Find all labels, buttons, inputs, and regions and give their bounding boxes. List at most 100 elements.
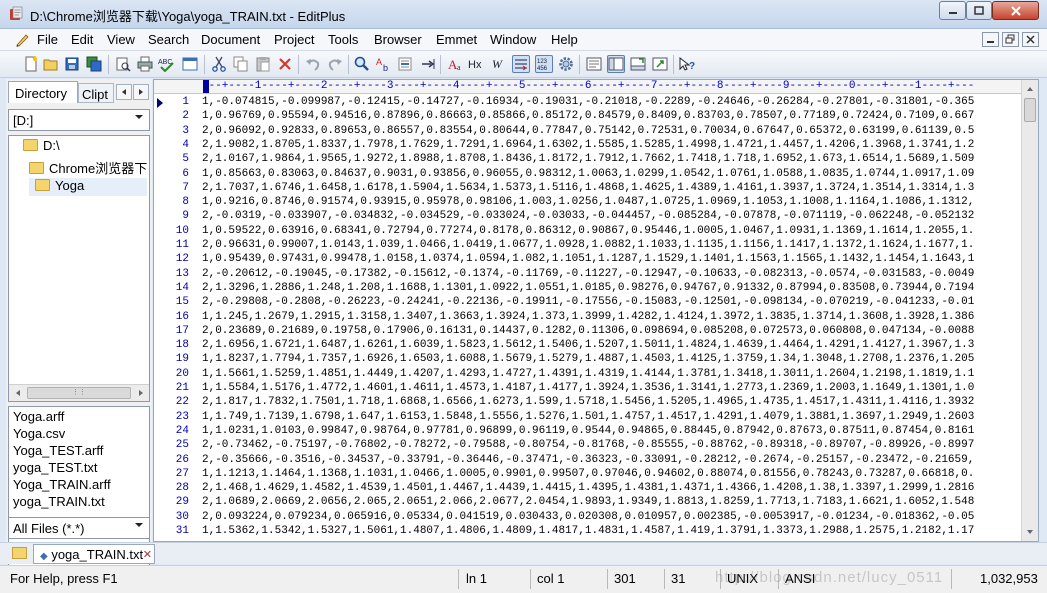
paste-button[interactable] xyxy=(254,55,272,73)
redo-button[interactable] xyxy=(326,55,344,73)
code-line[interactable]: 1,0.95439,0.97431,0.99478,1.0158,1.0374,… xyxy=(202,253,974,265)
code-line[interactable]: 1,0.85663,0.83063,0.84637,0.9031,0.93856… xyxy=(202,168,974,180)
code-line[interactable]: 1,0.59522,0.63916,0.68341,0.72794,0.7727… xyxy=(202,225,974,237)
code-area[interactable]: 1,-0.074815,-0.099987,-0.12415,-0.14727,… xyxy=(202,95,1022,541)
code-line[interactable]: 2,0.96092,0.92833,0.89653,0.86557,0.8355… xyxy=(202,125,974,137)
file-item[interactable]: Yoga_TRAIN.arff xyxy=(13,477,111,492)
browser-preview-button[interactable] xyxy=(181,55,199,73)
code-line[interactable]: 2,1.6956,1.6721,1.6487,1.6261,1.6039,1.5… xyxy=(202,339,974,351)
tree-horizontal-scrollbar[interactable]: ⋮⋮ xyxy=(9,384,149,401)
hex-view-button[interactable]: Hx xyxy=(468,55,486,73)
tab-scroll-left-button[interactable] xyxy=(116,84,132,100)
tree-node-yoga[interactable]: Yoga xyxy=(29,178,147,196)
code-line[interactable]: 2,-0.73462,-0.75197,-0.76802,-0.78272,-0… xyxy=(202,439,974,451)
cliptext-window-button[interactable] xyxy=(585,55,603,73)
settings-button[interactable] xyxy=(557,55,575,73)
menu-emmet[interactable]: Emmet xyxy=(436,32,477,47)
scrollbar-thumb[interactable]: ⋮⋮ xyxy=(27,387,131,399)
code-line[interactable]: 1,0.9216,0.8746,0.91574,0.93915,0.95978,… xyxy=(202,196,974,208)
cut-button[interactable] xyxy=(210,55,228,73)
close-tab-icon[interactable]: ✕ xyxy=(143,548,152,561)
find-button[interactable] xyxy=(353,55,371,73)
drive-select[interactable]: [D:] xyxy=(8,109,150,131)
code-line[interactable]: 2,1.9082,1.8705,1.8337,1.7978,1.7629,1.7… xyxy=(202,139,974,151)
menu-window[interactable]: Window xyxy=(490,32,536,47)
code-line[interactable]: 2,1.468,1.4629,1.4582,1.4539,1.4501,1.44… xyxy=(202,482,974,494)
code-line[interactable]: 2,1.3296,1.2886,1.248,1.208,1.1688,1.130… xyxy=(202,282,974,294)
code-line[interactable]: 1,1.245,1.2679,1.2915,1.3158,1.3407,1.36… xyxy=(202,311,974,323)
menu-browser[interactable]: Browser xyxy=(374,32,422,47)
code-line[interactable]: 2,-0.0319,-0.033907,-0.034832,-0.034529,… xyxy=(202,210,974,222)
editor-vertical-scrollbar[interactable] xyxy=(1021,80,1038,541)
mdi-restore-button[interactable] xyxy=(1002,32,1019,47)
code-line[interactable]: 2,-0.35666,-0.3516,-0.34537,-0.33791,-0.… xyxy=(202,454,974,466)
new-file-button[interactable] xyxy=(22,55,40,73)
replace-button[interactable]: Ab xyxy=(375,55,393,73)
code-line[interactable]: 2,1.0167,1.9864,1.9565,1.9272,1.8988,1.8… xyxy=(202,153,974,165)
window-minimize-button[interactable] xyxy=(939,1,966,20)
directory-window-button[interactable] xyxy=(607,55,625,73)
spell-check-button[interactable]: ABC xyxy=(158,55,176,73)
menu-edit[interactable]: Edit xyxy=(71,32,93,47)
code-line[interactable]: 2,-0.20612,-0.19045,-0.17382,-0.15612,-0… xyxy=(202,268,974,280)
file-item[interactable]: yoga_TEST.txt xyxy=(13,460,98,475)
scrollbar-thumb[interactable] xyxy=(1024,98,1036,122)
file-item[interactable]: yoga_TRAIN.txt xyxy=(13,494,105,509)
file-item[interactable]: Yoga.arff xyxy=(13,409,64,424)
tab-cliptext[interactable]: Clipt xyxy=(78,83,114,103)
tab-scroll-right-button[interactable] xyxy=(133,84,149,100)
code-line[interactable]: 2,0.96631,0.99007,1.0143,1.039,1.0466,1.… xyxy=(202,239,974,251)
window-maximize-button[interactable] xyxy=(966,1,992,20)
code-line[interactable]: 2,1.7037,1.6746,1.6458,1.6178,1.5904,1.5… xyxy=(202,182,974,194)
folder-icon[interactable] xyxy=(12,547,27,559)
goto-line-button[interactable] xyxy=(397,55,415,73)
code-line[interactable]: 2,0.093224,0.079234,0.065916,0.05334,0.0… xyxy=(202,511,974,523)
code-line[interactable]: 1,1.5661,1.5259,1.4851,1.4449,1.4207,1.4… xyxy=(202,368,974,380)
text-editor[interactable]: ---+----1----+----2----+----3----+----4-… xyxy=(153,79,1039,542)
undo-button[interactable] xyxy=(304,55,322,73)
menu-file[interactable]: File xyxy=(37,32,58,47)
tree-node-chrome-downloads[interactable]: Chrome浏览器下载 xyxy=(29,158,147,176)
directory-tree[interactable]: D:\ Chrome浏览器下载 Yoga ⋮⋮ xyxy=(8,135,150,402)
line-number-toggle-button[interactable]: 123 456 xyxy=(535,55,553,73)
mdi-close-button[interactable] xyxy=(1022,32,1039,47)
save-all-button[interactable] xyxy=(85,55,103,73)
font-button[interactable]: Aa xyxy=(446,55,464,73)
document-tab-yoga-train[interactable]: ◆ yoga_TRAIN.txt ✕ xyxy=(33,544,155,564)
goto-marker-button[interactable] xyxy=(419,55,437,73)
delete-button[interactable] xyxy=(276,55,294,73)
copy-button[interactable] xyxy=(232,55,250,73)
print-preview-button[interactable] xyxy=(114,55,132,73)
menu-search[interactable]: Search xyxy=(148,32,189,47)
print-button[interactable] xyxy=(136,55,154,73)
code-line[interactable]: 2,1.0689,2.0669,2.0656,2.065,2.0651,2.06… xyxy=(202,496,974,508)
scroll-left-button[interactable] xyxy=(9,385,26,401)
menu-document[interactable]: Document xyxy=(201,32,260,47)
code-line[interactable]: 1,1.5584,1.5176,1.4772,1.4601,1.4611,1.4… xyxy=(202,382,974,394)
code-line[interactable]: 1,1.1213,1.1464,1.1368,1.1031,1.0466,1.0… xyxy=(202,468,974,480)
code-line[interactable]: 1,1.749,1.7139,1.6798,1.647,1.6153,1.584… xyxy=(202,411,974,423)
window-close-button[interactable] xyxy=(992,1,1039,20)
menu-help[interactable]: Help xyxy=(551,32,578,47)
menu-tools[interactable]: Tools xyxy=(328,32,358,47)
fullscreen-button[interactable] xyxy=(651,55,669,73)
menu-view[interactable]: View xyxy=(107,32,135,47)
code-line[interactable]: 1,1.5362,1.5342,1.5327,1.5061,1.4807,1.4… xyxy=(202,525,974,537)
file-filter-select[interactable]: All Files (*.*) xyxy=(8,517,150,539)
output-window-button[interactable] xyxy=(629,55,647,73)
code-line[interactable]: 1,0.96769,0.95594,0.94516,0.87896,0.8666… xyxy=(202,110,974,122)
open-file-button[interactable] xyxy=(42,55,60,73)
scroll-right-button[interactable] xyxy=(132,385,149,401)
scroll-down-button[interactable] xyxy=(1022,523,1038,540)
code-line[interactable]: 1,1.8237,1.7794,1.7357,1.6926,1.6503,1.6… xyxy=(202,353,974,365)
code-line[interactable]: 1,-0.074815,-0.099987,-0.12415,-0.14727,… xyxy=(202,96,974,108)
save-button[interactable] xyxy=(63,55,81,73)
tab-directory[interactable]: Directory xyxy=(8,81,78,103)
ruler-toggle-button[interactable] xyxy=(512,55,530,73)
code-line[interactable]: 1,1.0231,1.0103,0.99847,0.98764,0.97781,… xyxy=(202,425,974,437)
file-item[interactable]: Yoga_TEST.arff xyxy=(13,443,103,458)
code-line[interactable]: 2,0.23689,0.21689,0.19758,0.17906,0.1613… xyxy=(202,325,974,337)
tree-node-drive[interactable]: D:\ xyxy=(23,138,143,156)
menu-project[interactable]: Project xyxy=(274,32,314,47)
mdi-minimize-button[interactable] xyxy=(982,32,999,47)
